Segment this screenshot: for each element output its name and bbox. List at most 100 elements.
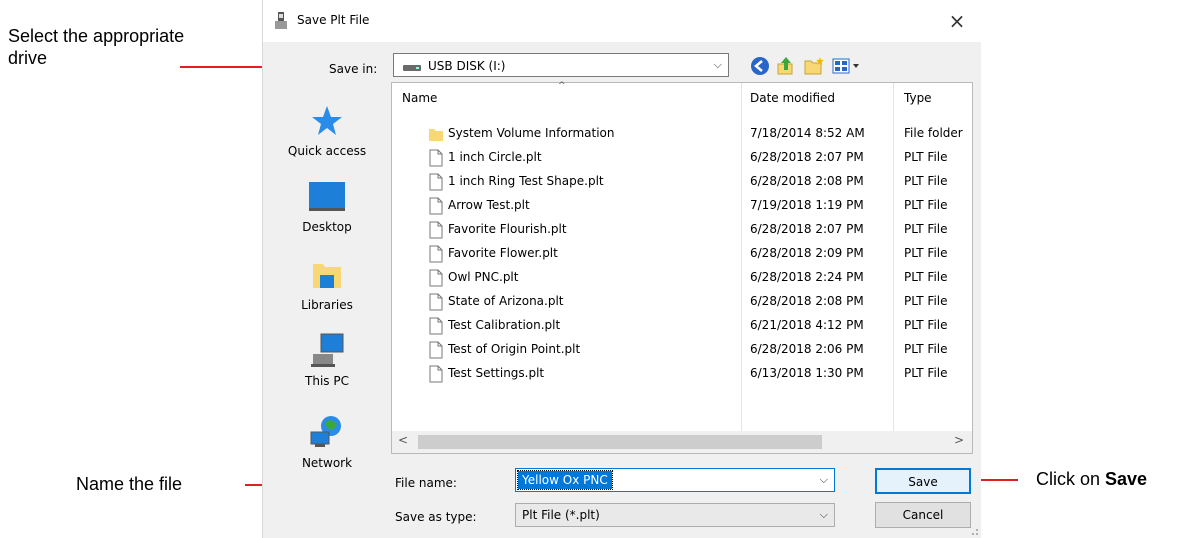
- scroll-left-icon[interactable]: <: [398, 433, 408, 447]
- libraries-icon: [313, 264, 341, 288]
- file-icon: [429, 293, 443, 311]
- usb-drive-icon: [403, 65, 421, 71]
- annotation-click-save-prefix: Click on: [1036, 469, 1106, 489]
- file-icon: [429, 173, 443, 191]
- place-desktop[interactable]: Desktop: [271, 180, 383, 234]
- resize-grip-icon[interactable]: [969, 526, 979, 536]
- place-quick-access[interactable]: Quick access: [271, 104, 383, 158]
- file-name: Arrow Test.plt: [448, 198, 530, 212]
- file-name-field[interactable]: Yellow Ox PNC ⌵: [515, 468, 835, 492]
- annotation-click-save-bold: Save: [1105, 469, 1148, 489]
- file-type: PLT File: [904, 366, 948, 380]
- file-row[interactable]: 1 inch Circle.plt 6/28/2018 2:07 PM PLT Fi…: [392, 145, 974, 169]
- file-type: PLT File: [904, 198, 948, 212]
- file-row[interactable]: System Volume Information 7/18/2014 8:52 …: [392, 121, 974, 145]
- place-this-pc[interactable]: This PC: [271, 332, 383, 388]
- up-folder-icon[interactable]: [775, 55, 797, 77]
- chevron-down-icon: ⌵: [713, 58, 722, 71]
- save-in-value: USB DISK (I:): [428, 59, 506, 73]
- annotation-select-drive-line1: Select the appropriate: [8, 26, 185, 46]
- title-bar: Save Plt File ×: [263, 0, 981, 42]
- file-date: 7/18/2014 8:52 AM: [750, 126, 865, 140]
- file-icon: [429, 365, 443, 383]
- file-date: 6/28/2018 2:07 PM: [750, 222, 864, 236]
- file-date: 6/28/2018 2:08 PM: [750, 294, 864, 308]
- file-date: 6/28/2018 2:07 PM: [750, 150, 864, 164]
- back-icon[interactable]: [749, 55, 771, 77]
- view-menu-icon[interactable]: [831, 55, 863, 77]
- column-header-type[interactable]: Type: [904, 83, 932, 113]
- folder-icon: [429, 129, 443, 141]
- annotation-click-save: Click on Save: [1036, 469, 1147, 491]
- file-icon: [429, 221, 443, 239]
- file-row[interactable]: Arrow Test.plt 7/19/2018 1:19 PM PLT File: [392, 193, 974, 217]
- file-name: Test of Origin Point.plt: [448, 342, 581, 356]
- file-type: PLT File: [904, 222, 948, 236]
- file-date: 6/28/2018 2:09 PM: [750, 246, 864, 260]
- file-name: Favorite Flourish.plt: [448, 222, 567, 236]
- file-name: Owl PNC.plt: [448, 270, 519, 284]
- file-list: ^ Name Date modified Type System Volume …: [391, 81, 974, 454]
- place-label: Quick access: [287, 144, 367, 158]
- save-as-type-value: Plt File (*.plt): [522, 508, 600, 522]
- file-row[interactable]: Favorite Flower.plt 6/28/2018 2:09 PM PLT …: [392, 241, 974, 265]
- chevron-down-icon[interactable]: ⌵: [820, 473, 828, 487]
- file-type: PLT File: [904, 246, 948, 260]
- file-icon: [429, 317, 443, 335]
- pc-icon: [311, 333, 344, 367]
- save-as-type-label: Save as type:: [395, 510, 477, 524]
- save-button[interactable]: Save: [875, 468, 971, 494]
- file-type: PLT File: [904, 318, 948, 332]
- file-type: PLT File: [904, 174, 948, 188]
- file-row[interactable]: Test Calibration.plt 6/21/2018 4:12 PM PLT…: [392, 313, 974, 337]
- file-row[interactable]: Test of Origin Point.plt 6/28/2018 2:06 P…: [392, 337, 974, 361]
- file-name: System Volume Information: [448, 126, 615, 140]
- file-icon: [429, 197, 443, 215]
- file-name: 1 inch Ring Test Shape.plt: [448, 174, 604, 188]
- file-date: 6/13/2018 1:30 PM: [750, 366, 864, 380]
- file-name: Test Calibration.plt: [448, 318, 561, 332]
- file-type: PLT File: [904, 270, 948, 284]
- file-icon: [429, 341, 443, 359]
- save-in-dropdown[interactable]: USB DISK (I:) ⌵: [393, 53, 729, 77]
- file-name: Favorite Flower.plt: [448, 246, 558, 260]
- file-row[interactable]: Test Settings.plt 6/13/2018 1:30 PM PLT Fi…: [392, 361, 974, 385]
- file-row[interactable]: Favorite Flourish.plt 6/28/2018 2:07 PM PL…: [392, 217, 974, 241]
- scroll-right-icon[interactable]: >: [954, 433, 964, 447]
- chevron-down-icon: ⌵: [819, 508, 828, 521]
- save-as-type-dropdown[interactable]: Plt File (*.plt) ⌵: [515, 503, 835, 527]
- file-date: 6/28/2018 2:06 PM: [750, 342, 864, 356]
- annotation-select-drive-line2: drive: [8, 47, 48, 68]
- horizontal-scrollbar[interactable]: < >: [392, 431, 972, 453]
- file-row[interactable]: State of Arizona.plt 6/28/2018 2:08 PM PLT…: [392, 289, 974, 313]
- place-network[interactable]: Network: [271, 414, 383, 470]
- file-name: Test Settings.plt: [448, 366, 545, 380]
- file-type: PLT File: [904, 342, 948, 356]
- file-row[interactable]: 1 inch Ring Test Shape.plt 6/28/2018 2:08…: [392, 169, 974, 193]
- place-label: This PC: [305, 374, 349, 388]
- app-icon: [275, 12, 287, 29]
- file-date: 6/28/2018 2:24 PM: [750, 270, 864, 284]
- save-in-label: Save in:: [329, 62, 378, 76]
- scrollbar-thumb[interactable]: [418, 435, 822, 449]
- column-header-name[interactable]: Name: [402, 83, 437, 113]
- cancel-button[interactable]: Cancel: [875, 502, 971, 528]
- file-name-input[interactable]: Yellow Ox PNC: [517, 470, 613, 490]
- file-date: 6/21/2018 4:12 PM: [750, 318, 864, 332]
- place-label: Network: [301, 456, 353, 470]
- file-name: State of Arizona.plt: [448, 294, 564, 308]
- desktop-icon: [309, 182, 345, 211]
- sort-ascending-icon: ^: [558, 81, 566, 91]
- file-icon: [429, 269, 443, 287]
- file-row[interactable]: Owl PNC.plt 6/28/2018 2:24 PM PLT File: [392, 265, 974, 289]
- place-label: Desktop: [302, 220, 352, 234]
- new-folder-icon[interactable]: [803, 55, 825, 77]
- file-name: 1 inch Circle.plt: [448, 150, 542, 164]
- file-date: 7/19/2018 1:19 PM: [750, 198, 864, 212]
- file-date: 6/28/2018 2:08 PM: [750, 174, 864, 188]
- column-header-date[interactable]: Date modified: [750, 83, 835, 113]
- close-button[interactable]: ×: [943, 8, 971, 34]
- star-icon: [312, 106, 342, 135]
- file-icon: [429, 245, 443, 263]
- place-libraries[interactable]: Libraries: [271, 258, 383, 312]
